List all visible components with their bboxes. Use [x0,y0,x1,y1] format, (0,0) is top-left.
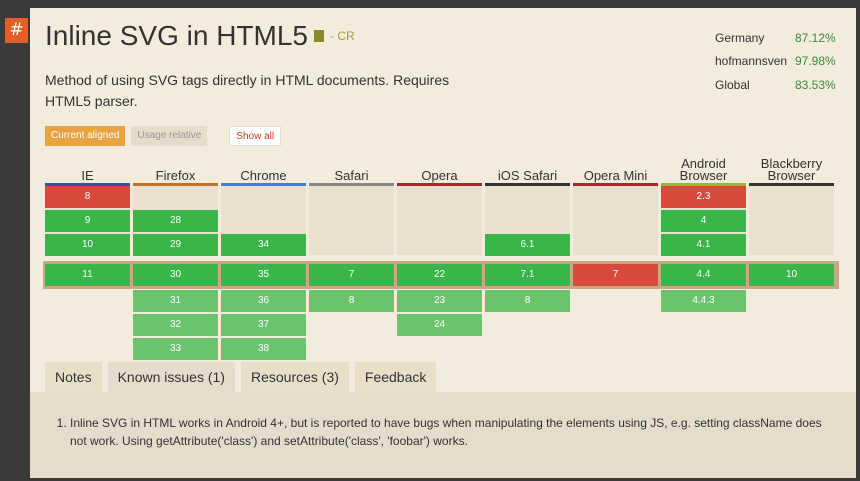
version-cell[interactable]: 37 [221,314,306,336]
version-cell[interactable]: 31 [133,290,218,312]
stat-row: hofmannsven 97.98% [715,50,836,74]
spec-status[interactable]: - CR [330,29,355,43]
version-cell[interactable]: 8 [45,186,130,208]
view-modes: Current aligned Usage relative Show all [45,126,287,146]
version-cell[interactable]: 24 [397,314,482,336]
version-cell[interactable]: 28 [133,210,218,232]
version-cell[interactable]: 32 [133,314,218,336]
browser-color-bar [309,183,394,186]
version-cell[interactable]: 4.4.3 [661,290,746,312]
stat-name: Germany [715,30,765,45]
browser-name: Opera [421,168,458,183]
browser-name: Chrome [240,168,287,183]
browser-color-bar [573,183,658,186]
version-cell[interactable]: 10 [45,234,130,256]
version-cell[interactable]: 10 [749,264,834,286]
browser-header[interactable]: Chrome [221,148,306,186]
browser-header[interactable]: Blackberry Browser [749,148,834,186]
current-aligned-button[interactable]: Current aligned [45,126,126,146]
version-cell[interactable]: 35 [221,264,306,286]
column-background [573,186,658,255]
version-cell[interactable]: 11 [45,264,130,286]
tab-feedback[interactable]: Feedback [354,362,437,392]
stat-value: 87.12% [795,30,836,45]
browser-color-bar [485,183,570,186]
browser-color-bar [397,183,482,186]
version-cell[interactable]: 8 [485,290,570,312]
browser-name: Opera Mini [583,168,648,183]
column-background [397,186,482,255]
stat-row: Global 83.53% [715,73,836,97]
version-cell[interactable]: 29 [133,234,218,256]
anchor-hash[interactable]: # [5,18,28,43]
feature-title-text: Inline SVG in HTML5 [45,20,308,51]
version-cell[interactable]: 7 [309,264,394,286]
tab-resources[interactable]: Resources (3) [240,362,349,392]
version-cell[interactable]: 7.1 [485,264,570,286]
column-background [749,186,834,255]
version-cell[interactable]: 30 [133,264,218,286]
known-issue-item: Inline SVG in HTML works in Android 4+, … [70,414,826,450]
stat-name: Global [715,77,750,92]
browser-name: Blackberry Browser [760,156,823,183]
version-cell[interactable]: 6.1 [485,234,570,256]
version-cell[interactable]: 22 [397,264,482,286]
feature-title: Inline SVG in HTML5 - CR [45,20,355,52]
browser-name: Firefox [155,168,196,183]
version-cell[interactable]: 4 [661,210,746,232]
version-cell[interactable]: 33 [133,338,218,360]
version-cell[interactable]: 34 [221,234,306,256]
browser-header[interactable]: IE [45,148,130,186]
version-cell[interactable]: 38 [221,338,306,360]
known-issues-panel: Inline SVG in HTML works in Android 4+, … [30,392,856,478]
version-cell[interactable]: 4.4 [661,264,746,286]
stat-name: hofmannsven [715,54,788,69]
column-background [309,186,394,255]
browser-header[interactable]: Opera [397,148,482,186]
info-tabs: Notes Known issues (1) Resources (3) Feedba… [45,362,442,392]
feature-card: Inline SVG in HTML5 - CR Method of using … [30,8,856,478]
browser-color-bar [221,183,306,186]
document-icon[interactable] [314,29,324,42]
browser-header[interactable]: Safari [309,148,394,186]
browser-name: Android Browser [679,156,728,183]
show-all-button[interactable]: Show all [229,126,282,146]
browser-header[interactable]: Firefox [133,148,218,186]
browser-name: iOS Safari [497,168,558,183]
browser-header[interactable]: iOS Safari [485,148,570,186]
browser-header[interactable]: Opera Mini [573,148,658,186]
version-cell[interactable]: 8 [309,290,394,312]
stat-value: 97.98% [795,54,836,69]
version-cell[interactable]: 7 [573,264,658,286]
usage-stats: Germany 87.12% hofmannsven 97.98% Global 83… [715,26,836,97]
browser-color-bar [133,183,218,186]
version-cell[interactable]: 23 [397,290,482,312]
stat-value: 83.53% [795,77,836,92]
version-cell[interactable]: 9 [45,210,130,232]
feature-description: Method of using SVG tags directly in HTM… [45,72,450,109]
version-cell[interactable]: 4.1 [661,234,746,256]
version-cell[interactable]: 2.3 [661,186,746,208]
version-cell[interactable]: 36 [221,290,306,312]
browser-name: Safari [334,168,369,183]
tab-notes[interactable]: Notes [45,362,102,392]
browser-header[interactable]: Android Browser [661,148,746,186]
browser-name: IE [81,168,94,183]
usage-relative-button[interactable]: Usage relative [131,126,208,146]
browser-color-bar [749,183,834,186]
stat-row: Germany 87.12% [715,26,836,50]
tab-known-issues[interactable]: Known issues (1) [107,362,235,392]
